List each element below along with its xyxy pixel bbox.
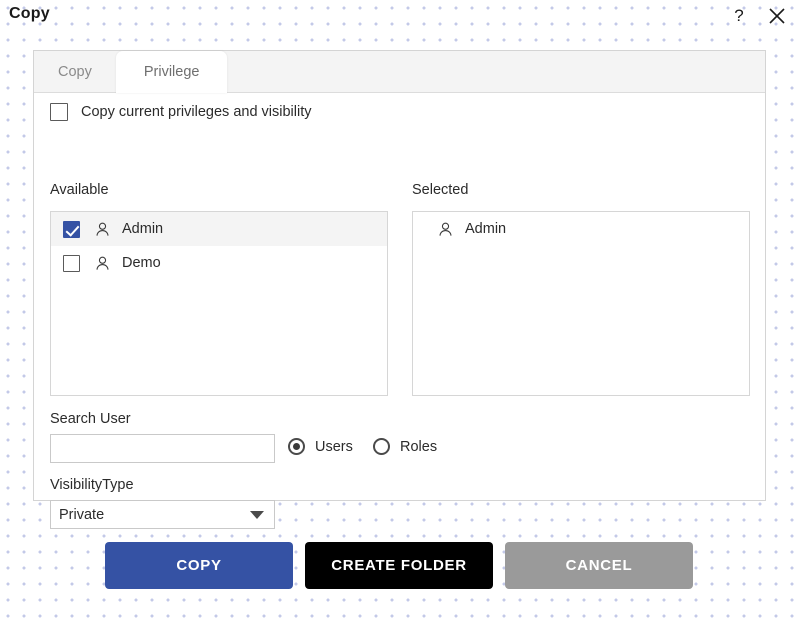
person-icon [94, 255, 111, 272]
copy-current-privileges-checkbox[interactable] [50, 103, 68, 121]
selected-users-listbox[interactable]: Admin [412, 211, 750, 396]
available-item-checkbox[interactable] [63, 254, 80, 272]
list-item[interactable]: Admin [51, 212, 387, 246]
copy-current-privileges-checkbox-row[interactable]: Copy current privileges and visibility [50, 103, 312, 121]
cancel-button[interactable]: CANCEL [505, 542, 693, 589]
list-item-label: Demo [122, 254, 161, 271]
search-user-input[interactable] [50, 434, 275, 463]
selected-list-label: Selected [412, 182, 469, 198]
person-icon [437, 221, 454, 238]
list-item-label: Admin [465, 220, 507, 237]
close-x-icon[interactable] [764, 3, 790, 29]
list-item[interactable]: Demo [51, 246, 387, 280]
svg-text:?: ? [734, 6, 743, 25]
available-users-listbox[interactable]: Admin Demo [50, 211, 388, 396]
radio-option-users[interactable]: Users [288, 438, 353, 455]
tab-strip: Copy Privilege [34, 51, 765, 93]
users-radio-button[interactable] [288, 438, 305, 455]
roles-radio-button[interactable] [373, 438, 390, 455]
tab-copy[interactable]: Copy [34, 51, 116, 92]
available-list-label: Available [50, 182, 109, 198]
copy-dialog-panel: Copy Privilege Copy current privileges a… [33, 50, 766, 529]
copy-current-privileges-label: Copy current privileges and visibility [81, 104, 312, 120]
roles-radio-label: Roles [400, 438, 438, 455]
dialog-titlebar: Copy ? [0, 0, 798, 40]
person-icon [94, 221, 111, 238]
create-folder-button[interactable]: CREATE FOLDER [305, 542, 493, 589]
visibility-type-select[interactable]: Private [50, 500, 275, 529]
list-item-label: Admin [122, 220, 164, 237]
list-item[interactable]: Admin [413, 212, 749, 246]
visibility-type-value: Private [59, 506, 105, 523]
page-title: Copy [9, 5, 50, 22]
copy-button[interactable]: COPY [105, 542, 293, 589]
users-radio-label: Users [315, 438, 353, 455]
tab-privilege[interactable]: Privilege [115, 51, 228, 93]
radio-option-roles[interactable]: Roles [373, 438, 437, 455]
visibility-type-label: VisibilityType [50, 477, 134, 493]
available-item-checkbox[interactable] [63, 220, 80, 238]
question-mark-icon[interactable]: ? [726, 3, 752, 29]
dialog-footer: COPY CREATE FOLDER CANCEL [0, 542, 798, 590]
chevron-down-icon[interactable] [244, 510, 270, 519]
search-user-label: Search User [50, 411, 131, 427]
